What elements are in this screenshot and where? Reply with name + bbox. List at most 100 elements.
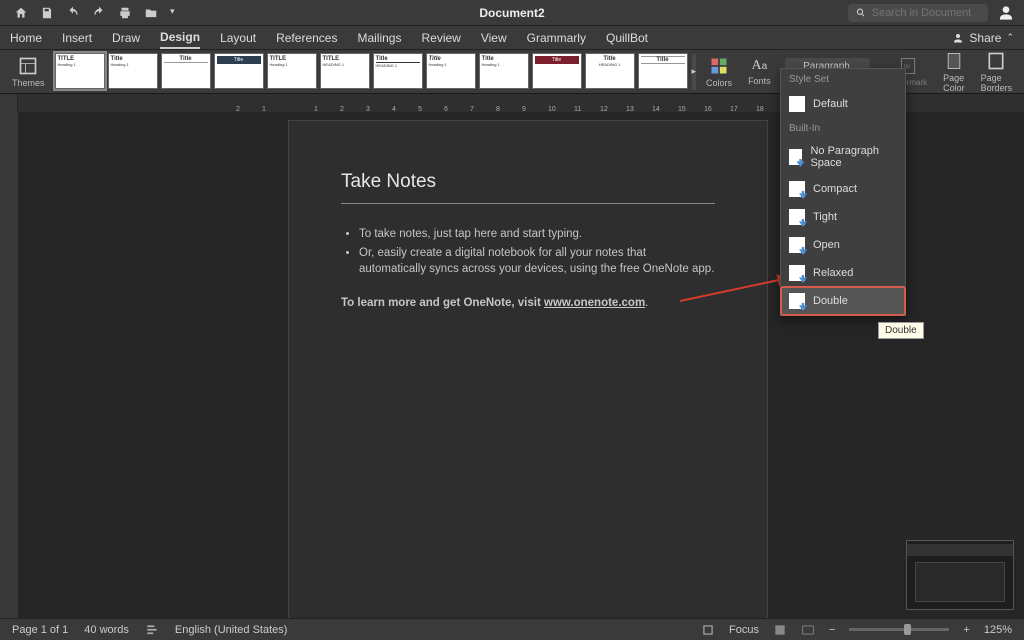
spellcheck-icon[interactable] bbox=[145, 623, 159, 637]
tab-draw[interactable]: Draw bbox=[112, 28, 140, 48]
vertical-ruler[interactable] bbox=[0, 112, 18, 618]
page-borders-button[interactable]: Page Borders bbox=[975, 51, 1019, 93]
fonts-label: Fonts bbox=[748, 76, 771, 86]
spacing-item-relaxed[interactable]: Relaxed bbox=[781, 259, 905, 287]
menu-section-label: Built-In bbox=[781, 118, 905, 139]
fonts-icon: Aa bbox=[751, 58, 767, 74]
themes-label: Themes bbox=[12, 78, 45, 88]
tab-references[interactable]: References bbox=[276, 28, 337, 48]
doc-bullet-list[interactable]: To take notes, just tap here and start t… bbox=[341, 226, 715, 277]
view-web-icon[interactable] bbox=[801, 623, 815, 637]
zoom-out-button[interactable]: − bbox=[829, 624, 835, 636]
theme-thumb[interactable]: TitleHeading 1 bbox=[479, 53, 529, 89]
status-words[interactable]: 40 words bbox=[84, 624, 129, 636]
save-icon[interactable] bbox=[40, 6, 54, 20]
spacing-item-compact[interactable]: Compact bbox=[781, 175, 905, 203]
print-icon[interactable] bbox=[118, 6, 132, 20]
page-borders-label: Page Borders bbox=[981, 73, 1013, 93]
home-icon[interactable] bbox=[14, 6, 28, 20]
qat-chevron-icon[interactable]: ▾ bbox=[170, 6, 175, 20]
theme-thumb[interactable]: Title bbox=[638, 53, 688, 89]
spacing-item-tight[interactable]: Tight bbox=[781, 203, 905, 231]
spacing-item-default[interactable]: Default bbox=[781, 90, 905, 118]
theme-thumb[interactable]: TITLEHeading 1 bbox=[55, 53, 105, 89]
tab-quillbot[interactable]: QuillBot bbox=[606, 28, 648, 48]
doc-bullet[interactable]: Or, easily create a digital notebook for… bbox=[359, 245, 715, 277]
menu-section-label: Style Set bbox=[781, 69, 905, 90]
status-focus[interactable]: Focus bbox=[729, 624, 759, 636]
tab-mailings[interactable]: Mailings bbox=[357, 28, 401, 48]
colors-icon bbox=[709, 56, 729, 76]
redo-icon[interactable] bbox=[92, 6, 106, 20]
zoom-in-button[interactable]: + bbox=[963, 624, 969, 636]
theme-thumb[interactable]: Title bbox=[214, 53, 264, 89]
page-color-button[interactable]: Page Color bbox=[937, 51, 971, 93]
doc-bullet[interactable]: To take notes, just tap here and start t… bbox=[359, 226, 715, 242]
chevron-down-icon: ⌃ bbox=[1006, 32, 1014, 43]
tab-layout[interactable]: Layout bbox=[220, 28, 256, 48]
spacing-item-open[interactable]: Open bbox=[781, 231, 905, 259]
spacing-thumb-icon bbox=[789, 181, 805, 197]
status-bar: Page 1 of 1 40 words English (United Sta… bbox=[0, 618, 1024, 640]
theme-thumb[interactable]: Title bbox=[161, 53, 211, 89]
undo-icon[interactable] bbox=[66, 6, 80, 20]
spacing-thumb-icon bbox=[789, 149, 802, 165]
share-label: Share bbox=[969, 31, 1001, 45]
zoom-slider[interactable] bbox=[849, 628, 949, 631]
gallery-more-button[interactable]: ▸ bbox=[692, 54, 697, 90]
user-icon[interactable] bbox=[998, 5, 1014, 21]
theme-thumb[interactable]: TitleHeading 1 bbox=[108, 53, 158, 89]
spacing-thumb-icon bbox=[789, 96, 805, 112]
search-input[interactable] bbox=[872, 7, 980, 19]
page-borders-icon bbox=[986, 51, 1006, 71]
colors-label: Colors bbox=[706, 78, 732, 88]
navigation-thumbnail[interactable] bbox=[906, 540, 1014, 610]
tab-grammarly[interactable]: Grammarly bbox=[527, 28, 586, 48]
tab-insert[interactable]: Insert bbox=[62, 28, 92, 48]
open-icon[interactable] bbox=[144, 6, 158, 20]
doc-heading[interactable]: Take Notes bbox=[341, 171, 715, 204]
page-color-icon bbox=[944, 51, 964, 71]
tab-review[interactable]: Review bbox=[421, 28, 460, 48]
themes-icon bbox=[18, 56, 38, 76]
tab-home[interactable]: Home bbox=[10, 28, 42, 48]
tab-view[interactable]: View bbox=[481, 28, 507, 48]
themes-gallery: TITLEHeading 1 TitleHeading 1 Title Titl… bbox=[55, 53, 688, 91]
fonts-button[interactable]: Aa Fonts bbox=[742, 58, 777, 86]
theme-thumb[interactable]: TITLEHeading 1 bbox=[267, 53, 317, 89]
theme-thumb[interactable]: TitleHeading 1 bbox=[426, 53, 476, 89]
spacing-item-no-paragraph-space[interactable]: No Paragraph Space bbox=[781, 139, 905, 175]
tab-design[interactable]: Design bbox=[160, 27, 200, 49]
spacing-item-label: Compact bbox=[813, 183, 857, 195]
spacing-item-label: No Paragraph Space bbox=[810, 145, 897, 169]
focus-icon[interactable] bbox=[701, 623, 715, 637]
status-page[interactable]: Page 1 of 1 bbox=[12, 624, 68, 636]
spacing-item-label: Tight bbox=[813, 211, 837, 223]
status-zoom[interactable]: 125% bbox=[984, 624, 1012, 636]
theme-thumb[interactable]: TitleHEADING 1 bbox=[585, 53, 635, 89]
paragraph-spacing-menu: Style Set Default Built-In No Paragraph … bbox=[780, 68, 906, 316]
doc-text: To learn more and get OneNote, visit bbox=[341, 297, 544, 309]
search-box[interactable] bbox=[848, 4, 988, 22]
quick-access-toolbar: ▾ bbox=[0, 6, 175, 20]
theme-thumb[interactable]: TitleHEADING 1 bbox=[373, 53, 423, 89]
spacing-item-label: Default bbox=[813, 98, 848, 110]
themes-button[interactable]: Themes bbox=[6, 56, 51, 88]
onenote-link[interactable]: www.onenote.com bbox=[544, 297, 645, 309]
spacing-thumb-icon bbox=[789, 209, 805, 225]
spacing-item-label: Double bbox=[813, 295, 848, 307]
theme-thumb[interactable]: TITLEHEADING 1 bbox=[320, 53, 370, 89]
doc-text: . bbox=[645, 297, 648, 309]
view-print-icon[interactable] bbox=[773, 623, 787, 637]
theme-thumb[interactable]: Title bbox=[532, 53, 582, 89]
spacing-item-double[interactable]: Double bbox=[781, 287, 905, 315]
tooltip: Double bbox=[878, 322, 924, 339]
doc-paragraph[interactable]: To learn more and get OneNote, visit www… bbox=[341, 297, 715, 309]
status-language[interactable]: English (United States) bbox=[175, 624, 288, 636]
share-button[interactable]: Share ⌃ bbox=[952, 31, 1014, 45]
page-color-label: Page Color bbox=[943, 73, 965, 93]
spacing-thumb-icon bbox=[789, 237, 805, 253]
colors-button[interactable]: Colors bbox=[700, 56, 738, 88]
document-title: Document2 bbox=[479, 6, 544, 20]
document-page[interactable]: Take Notes To take notes, just tap here … bbox=[288, 120, 768, 618]
